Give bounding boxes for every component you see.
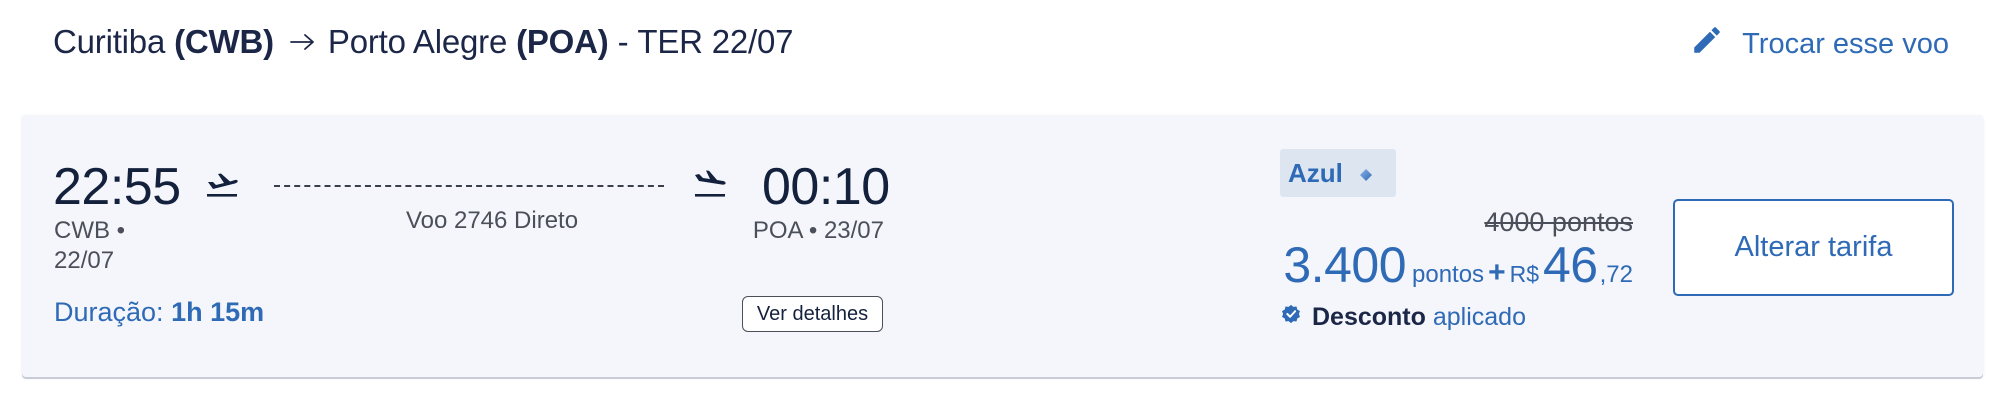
flight-duration: Duração: 1h 15m [54,297,264,328]
departure-date: 22/07 [54,247,115,274]
change-flight-label: Trocar esse voo [1742,27,1949,60]
origin-city: Curitiba [53,23,166,60]
details-button[interactable]: Ver detalhes [742,296,883,332]
arrival-airport-date: POA • 23/07 [752,217,884,244]
discount-suffix: aplicado [1432,303,1526,331]
flight-number: Voo 2746 Direto [405,207,579,234]
airline-name: Azul [1288,157,1343,188]
change-flight-link[interactable]: Trocar esse voo [1690,22,1949,66]
discount-applied: Desconto aplicado [1280,303,1526,332]
points-unit: pontos [1412,261,1485,288]
cash-cents: ,72 [1599,261,1633,288]
origin-code: (CWB) [174,23,274,60]
departure-airport: CWB • [54,217,126,244]
departure-time: 22:55 [53,158,181,216]
airline-badge: Azul [1280,149,1396,197]
original-price: 4000 pontos [1484,207,1633,237]
diamond-icon [1359,158,1373,189]
flight-path-line [274,185,664,187]
takeoff-icon [204,169,240,204]
duration-label: Duração: [54,297,164,327]
discounted-price: 3.400 pontos + R$ 46 ,72 [1283,240,1633,290]
cash-amount: 46 [1543,237,1598,293]
discount-label: Desconto [1312,303,1426,331]
pencil-icon [1690,23,1724,65]
duration-value: 1h 15m [171,297,265,327]
plus-sign: + [1488,256,1506,289]
flight-card: 22:55 00:10 CWB • 22/07 Voo 2746 Direto … [22,115,1983,377]
change-fare-button[interactable]: Alterar tarifa [1673,199,1954,296]
arrival-time: 00:10 [762,158,890,216]
flight-date: TER 22/07 [637,23,794,60]
route-title: Curitiba (CWB) Porto Alegre (POA) - TER … [53,22,794,62]
title-separator: - [617,23,629,60]
destination-city: Porto Alegre [327,23,508,60]
arrow-right-icon [289,33,316,51]
points-amount: 3.400 [1283,237,1406,293]
currency-symbol: R$ [1509,261,1539,287]
verified-badge-icon [1280,303,1302,332]
landing-icon [692,169,728,204]
destination-code: (POA) [516,23,609,60]
